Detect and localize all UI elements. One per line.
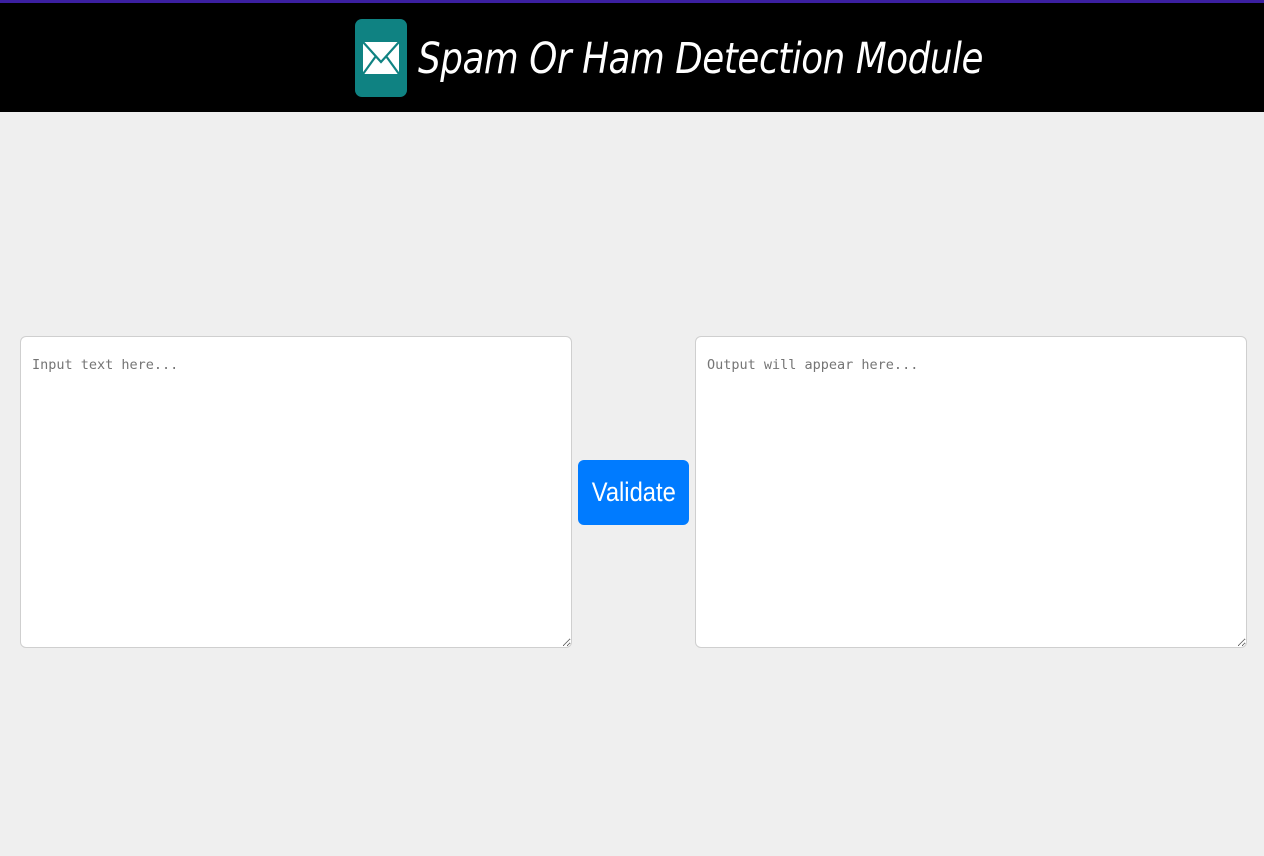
output-text-area[interactable] [695, 336, 1247, 648]
validate-button[interactable]: Validate [578, 460, 689, 525]
page-title: Spam Or Ham Detection Module [418, 34, 984, 84]
app-header: Spam Or Ham Detection Module [0, 3, 1264, 112]
validate-button-label: Validate [591, 477, 676, 507]
mail-envelope-icon [362, 41, 400, 75]
mail-logo [355, 19, 407, 97]
input-text-area[interactable] [20, 336, 572, 648]
